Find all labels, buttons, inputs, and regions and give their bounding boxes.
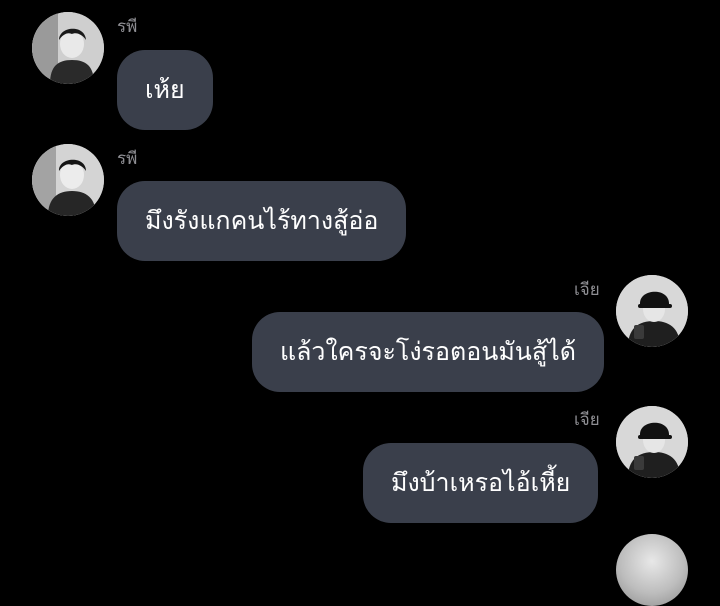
avatar[interactable] <box>616 275 688 347</box>
avatar[interactable] <box>32 12 104 84</box>
person-icon <box>32 144 104 216</box>
sender-name: เจีย <box>574 410 600 430</box>
avatar[interactable] <box>616 534 688 606</box>
message-bubble[interactable]: มึงบ้าเหรอไอ้เหี้ย <box>363 443 599 523</box>
message-bubble[interactable]: มึงรังแกคนไร้ทางสู้อ่อ <box>117 181 407 261</box>
message-row: รพี เห้ย <box>0 0 720 135</box>
message-row: รพี มึงรังแกคนไร้ทางสู้อ่อ <box>0 135 720 270</box>
avatar[interactable] <box>616 406 688 478</box>
message-bubble[interactable]: เห้ย <box>117 50 213 130</box>
sender-name: รพี <box>117 17 138 37</box>
sender-name: เจีย <box>574 280 600 300</box>
avatar[interactable] <box>32 144 104 216</box>
person-icon <box>616 406 688 478</box>
person-icon <box>32 12 104 84</box>
message-bubble[interactable]: แล้วใครจะโง่รอตอนมันสู้ได้ <box>252 312 604 392</box>
message-row: เจีย แล้วใครจะโง่รอตอนมันสู้ได้ <box>0 270 720 400</box>
chat-thread[interactable]: รพี เห้ย รพี มึงรังแกคนไร้ทางสู้อ่อ เจีย… <box>0 0 720 606</box>
message-row: เจีย มึงบ้าเหรอไอ้เหี้ย <box>0 400 720 540</box>
person-icon <box>616 275 688 347</box>
sender-name: รพี <box>117 149 138 169</box>
